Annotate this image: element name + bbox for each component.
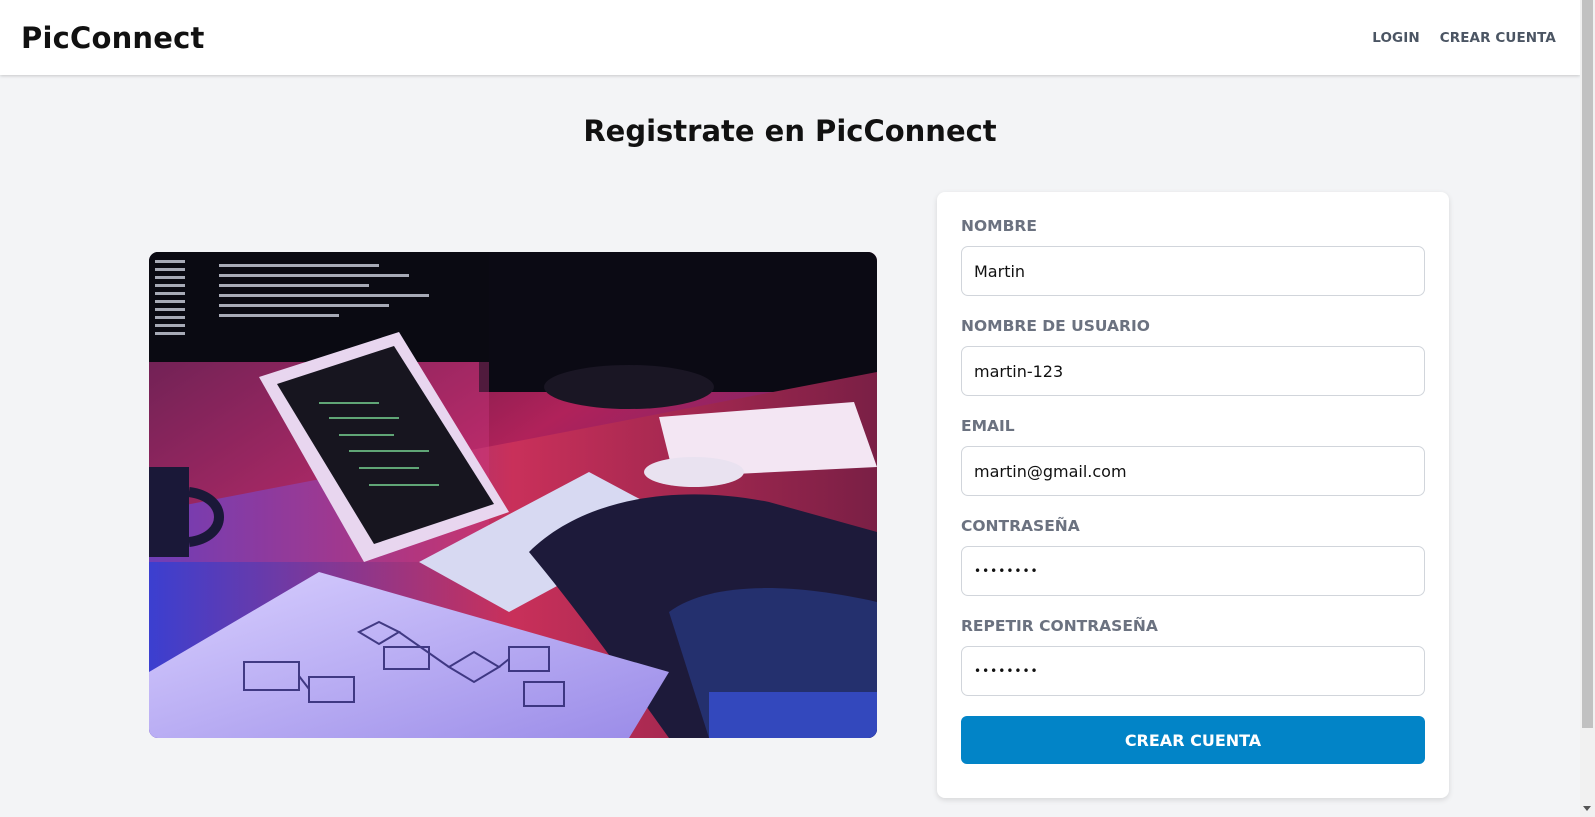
signup-link[interactable]: Crear Cuenta [1440,30,1556,46]
repeat-password-input[interactable] [961,646,1425,696]
repeat-password-field-group: Repetir Contraseña [961,616,1425,696]
name-input[interactable] [961,246,1425,296]
coding-desk-illustration [149,252,877,738]
scrollbar-thumb[interactable] [1582,0,1593,728]
create-account-button[interactable]: Crear Cuenta [961,716,1425,764]
username-field-group: Nombre de Usuario [961,316,1425,396]
name-field-group: Nombre [961,216,1425,296]
username-input[interactable] [961,346,1425,396]
login-link[interactable]: Login [1372,30,1420,46]
email-field-group: Email [961,416,1425,496]
top-navbar: PicConnect Login Crear Cuenta [0,0,1580,75]
password-label: Contraseña [961,517,1080,535]
password-field-group: Contraseña [961,516,1425,596]
scroll-down-arrow-icon[interactable] [1583,806,1591,811]
email-input[interactable] [961,446,1425,496]
name-label: Nombre [961,217,1037,235]
hero-image [149,252,877,738]
email-label: Email [961,417,1015,435]
signup-form: Nombre Nombre de Usuario Email Contraseñ… [937,192,1449,798]
main-nav: Login Crear Cuenta [1372,30,1556,46]
page-title: Registrate en PicConnect [583,114,997,148]
page-scrollbar[interactable] [1580,0,1595,817]
username-label: Nombre de Usuario [961,317,1150,335]
app-logo[interactable]: PicConnect [21,21,205,55]
password-input[interactable] [961,546,1425,596]
repeat-password-label: Repetir Contraseña [961,617,1158,635]
